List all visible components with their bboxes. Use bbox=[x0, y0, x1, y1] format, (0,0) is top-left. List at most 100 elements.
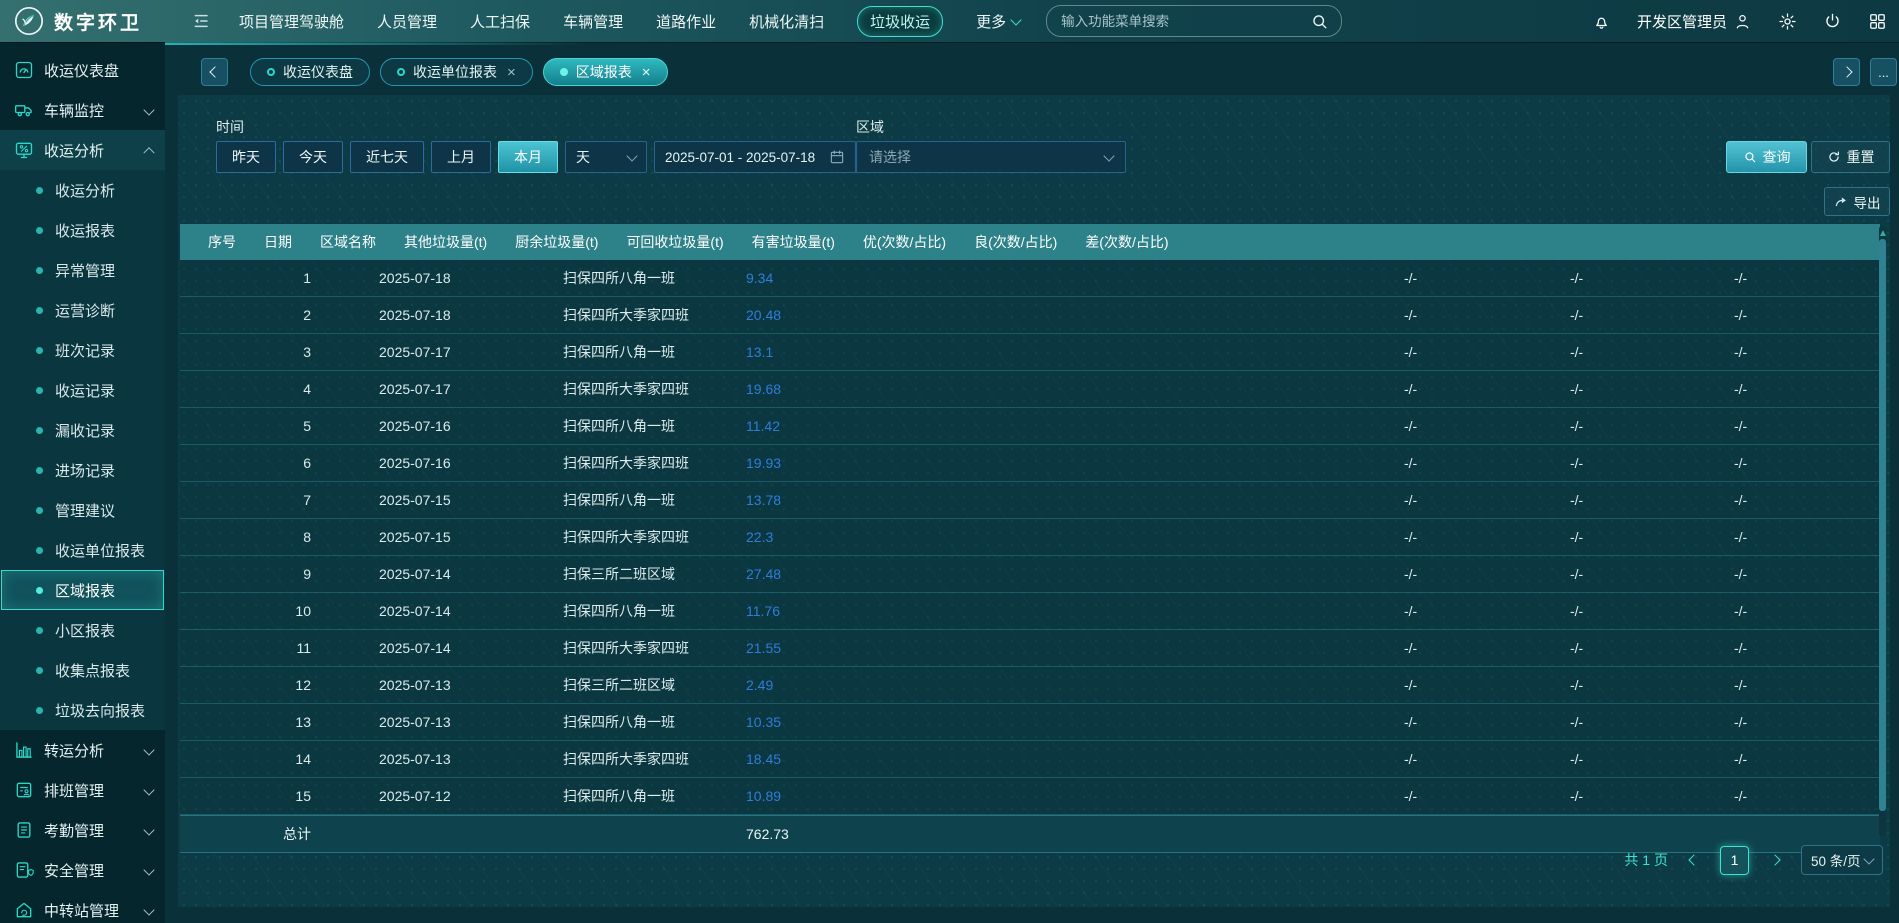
cell-date: 2025-07-13 bbox=[351, 677, 535, 693]
sidebar-item-safety-management[interactable]: 安全管理 bbox=[0, 850, 165, 890]
quick-range-button[interactable]: 近七天 bbox=[350, 141, 424, 173]
tab-dot-icon bbox=[560, 68, 568, 76]
quick-range-button[interactable]: 昨天 bbox=[216, 141, 276, 173]
page-size-select[interactable]: 50 条/页 bbox=[1801, 845, 1883, 875]
sidebar-subitem[interactable]: 运营诊断 bbox=[0, 290, 165, 330]
sidebar-subitem[interactable]: 区域报表 bbox=[1, 570, 164, 610]
prev-page-button[interactable] bbox=[1690, 856, 1698, 864]
sidebar-subitem[interactable]: 管理建议 bbox=[0, 490, 165, 530]
cell-other-waste-link[interactable]: 11.42 bbox=[718, 418, 908, 434]
quick-range-button[interactable]: 今天 bbox=[283, 141, 343, 173]
notifications-bell-icon[interactable] bbox=[1592, 12, 1611, 31]
tabs-scroll-right-button[interactable] bbox=[1833, 58, 1860, 86]
sidebar-item-dashboard[interactable]: 收运仪表盘 bbox=[0, 50, 165, 90]
chevron-down-icon bbox=[626, 150, 637, 161]
quick-range-button[interactable]: 上月 bbox=[431, 141, 491, 173]
cell-other-waste-link[interactable]: 13.1 bbox=[718, 344, 908, 360]
cell-region: 扫保四所大季家四班 bbox=[535, 379, 718, 399]
topbar-nav-item[interactable]: 人员管理 bbox=[377, 11, 437, 32]
granularity-value: 天 bbox=[576, 147, 590, 167]
sidebar-subitem[interactable]: 垃圾去向报表 bbox=[0, 690, 165, 730]
sidebar-item-shift-management[interactable]: 排班管理 bbox=[0, 770, 165, 810]
next-page-button[interactable] bbox=[1771, 856, 1779, 864]
chevron-right-icon bbox=[1841, 66, 1852, 77]
main-area: 收运仪表盘 × 收运单位报表 × 区域报表 × bbox=[165, 42, 1899, 923]
settings-gear-icon[interactable] bbox=[1778, 12, 1797, 31]
topbar-nav-item[interactable]: 项目管理驾驶舱 bbox=[239, 11, 344, 32]
close-icon[interactable]: × bbox=[507, 65, 516, 80]
sidebar-subitem[interactable]: 异常管理 bbox=[0, 250, 165, 290]
table-row: 3 2025-07-17 扫保四所八角一班 13.1 -/- -/- -/- bbox=[180, 334, 1880, 371]
topbar-nav-item[interactable]: 人工扫保 bbox=[470, 11, 530, 32]
cell-excellent-ratio: -/- bbox=[1376, 529, 1542, 545]
sidebar-item-transfer-analysis[interactable]: 转运分析 bbox=[0, 730, 165, 770]
sidebar-subitem[interactable]: 收集点报表 bbox=[0, 650, 165, 690]
reset-button[interactable]: 重置 bbox=[1811, 141, 1890, 173]
scrollbar-up-arrow-icon[interactable] bbox=[1879, 228, 1886, 236]
region-select[interactable]: 请选择 bbox=[856, 141, 1126, 173]
menu-collapse-icon[interactable] bbox=[192, 11, 212, 31]
cell-other-waste-link[interactable]: 21.55 bbox=[718, 640, 908, 656]
user-menu[interactable]: 开发区管理员 bbox=[1637, 11, 1752, 32]
sidebar-item-attendance-management[interactable]: 考勤管理 bbox=[0, 810, 165, 850]
topbar-nav-item[interactable]: 机械化清扫 bbox=[749, 11, 824, 32]
power-icon[interactable] bbox=[1823, 12, 1842, 31]
topbar-nav-item[interactable]: 垃圾收运 bbox=[857, 6, 943, 37]
tab[interactable]: 收运单位报表 × bbox=[380, 58, 533, 86]
cell-other-waste-link[interactable]: 10.35 bbox=[718, 714, 908, 730]
cell-other-waste-link[interactable]: 13.78 bbox=[718, 492, 908, 508]
sidebar-item-vehicle-monitor[interactable]: 车辆监控 bbox=[0, 90, 165, 130]
total-other-waste-value: 762.73 bbox=[718, 826, 908, 842]
cell-date: 2025-07-15 bbox=[351, 492, 535, 508]
table-scrollbar[interactable] bbox=[1879, 226, 1886, 836]
pagination: 共 1 页 1 50 条/页 bbox=[1624, 845, 1883, 875]
topbar-nav-item[interactable]: 道路作业 bbox=[656, 11, 716, 32]
query-button[interactable]: 查询 bbox=[1726, 141, 1807, 173]
cell-other-waste-link[interactable]: 19.93 bbox=[718, 455, 908, 471]
quick-range-button[interactable]: 本月 bbox=[498, 141, 558, 173]
close-icon[interactable]: × bbox=[642, 65, 651, 80]
sidebar-subitem[interactable]: 收运单位报表 bbox=[0, 530, 165, 570]
tab[interactable]: 区域报表 × bbox=[543, 58, 668, 86]
sidebar-subitem[interactable]: 收运记录 bbox=[0, 370, 165, 410]
cell-other-waste-link[interactable]: 18.45 bbox=[718, 751, 908, 767]
cell-excellent-ratio: -/- bbox=[1376, 381, 1542, 397]
cell-other-waste-link[interactable]: 22.3 bbox=[718, 529, 908, 545]
dashboard-gauge-icon bbox=[14, 60, 34, 80]
sidebar-item-collection-analysis[interactable]: 收运分析 bbox=[0, 130, 165, 170]
sidebar-item-transfer-station[interactable]: 中转站管理 bbox=[0, 890, 165, 923]
cell-seq: 5 bbox=[180, 418, 351, 434]
cell-other-waste-link[interactable]: 10.89 bbox=[718, 788, 908, 804]
apps-grid-icon[interactable] bbox=[1868, 12, 1887, 31]
sidebar-subitem[interactable]: 进场记录 bbox=[0, 450, 165, 490]
cell-other-waste-link[interactable]: 27.48 bbox=[718, 566, 908, 582]
tab[interactable]: 收运仪表盘 × bbox=[250, 58, 370, 86]
scrollbar-thumb[interactable] bbox=[1879, 239, 1886, 811]
nav-item-label: 项目管理驾驶舱 bbox=[239, 11, 344, 32]
menu-search-box[interactable] bbox=[1046, 5, 1342, 37]
cell-other-waste-link[interactable]: 19.68 bbox=[718, 381, 908, 397]
tabs-more-button[interactable]: ... bbox=[1870, 58, 1897, 86]
tabs-scroll-left-button[interactable] bbox=[201, 58, 228, 86]
table-row: 6 2025-07-16 扫保四所大季家四班 19.93 -/- -/- -/- bbox=[180, 445, 1880, 482]
search-input[interactable] bbox=[1059, 13, 1302, 30]
export-button[interactable]: 导出 bbox=[1824, 187, 1890, 216]
topbar-nav-item[interactable]: 车辆管理 bbox=[563, 11, 623, 32]
granularity-select[interactable]: 天 bbox=[565, 141, 647, 173]
cell-other-waste-link[interactable]: 20.48 bbox=[718, 307, 908, 323]
date-range-input[interactable]: 2025-07-01 - 2025-07-18 bbox=[654, 141, 856, 173]
sidebar-subitem[interactable]: 收运报表 bbox=[0, 210, 165, 250]
sidebar-subitem[interactable]: 班次记录 bbox=[0, 330, 165, 370]
sidebar-subitem[interactable]: 漏收记录 bbox=[0, 410, 165, 450]
cell-other-waste-link[interactable]: 11.76 bbox=[718, 603, 908, 619]
bullet-dot-icon bbox=[36, 187, 43, 194]
sidebar-subitem[interactable]: 收运分析 bbox=[0, 170, 165, 210]
page-number-button[interactable]: 1 bbox=[1720, 846, 1749, 875]
cell-other-waste-link[interactable]: 9.34 bbox=[718, 270, 908, 286]
bullet-dot-icon bbox=[36, 427, 43, 434]
search-icon[interactable] bbox=[1310, 12, 1329, 31]
topbar-nav-item[interactable]: 更多 bbox=[976, 11, 1020, 32]
tab-label: 收运仪表盘 bbox=[283, 62, 353, 82]
sidebar-subitem[interactable]: 小区报表 bbox=[0, 610, 165, 650]
cell-other-waste-link[interactable]: 2.49 bbox=[718, 677, 908, 693]
